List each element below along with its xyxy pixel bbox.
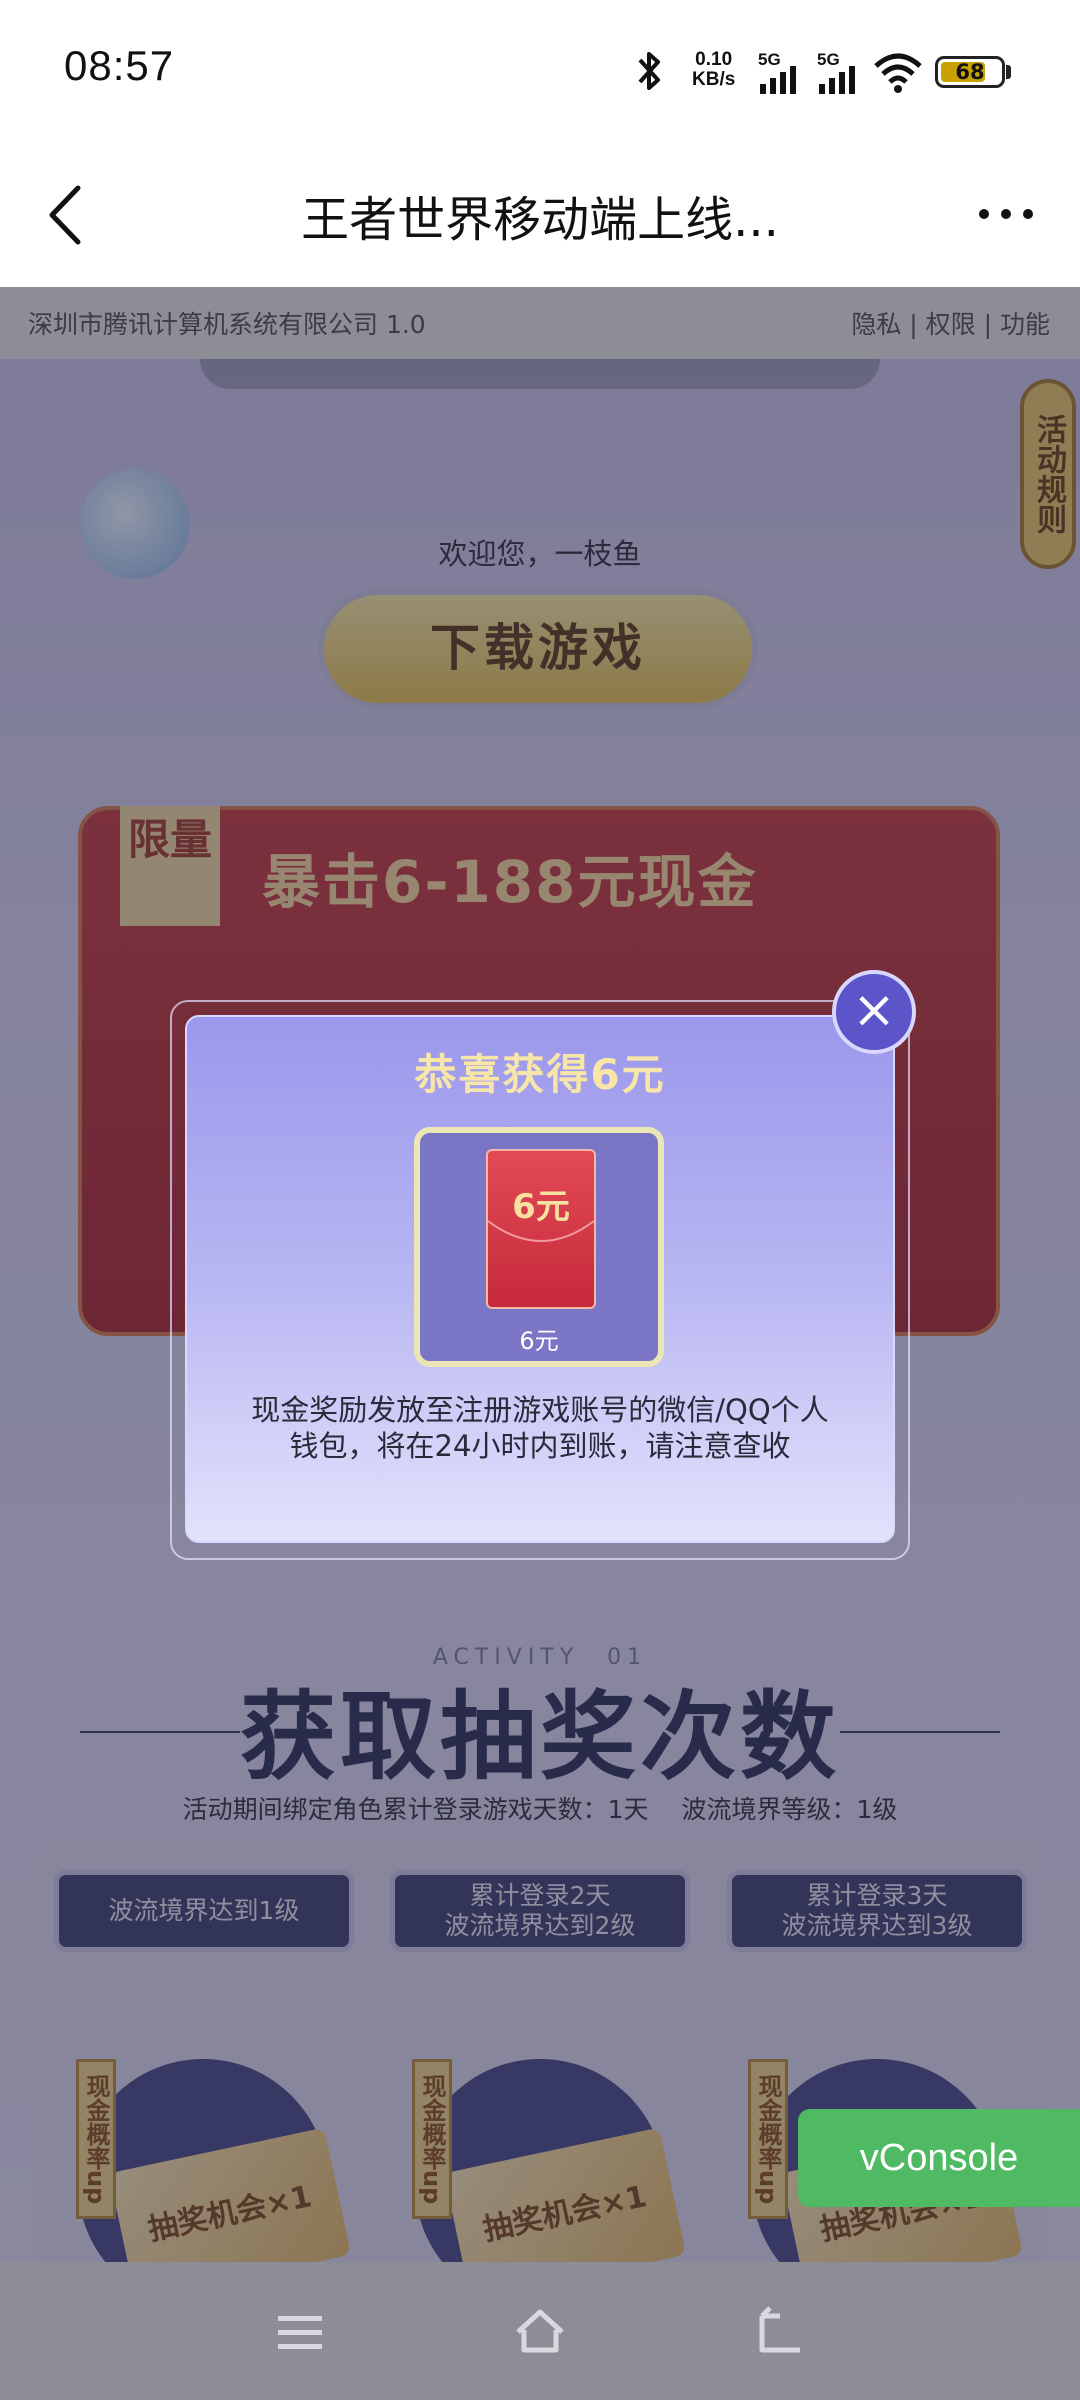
page-title: 王者世界移动端上线...: [301, 192, 779, 248]
menu-icon[interactable]: [270, 2302, 330, 2362]
network-rate-value: 0.10: [695, 49, 733, 70]
signal-icon: [760, 66, 796, 94]
app-header: 王者世界移动端上线...: [0, 150, 1080, 287]
battery-icon: 68: [935, 56, 1005, 88]
red-packet-icon: 6元: [486, 1149, 596, 1309]
red-packet-flap: [488, 1220, 594, 1242]
company-name: 深圳市腾讯计算机系统有限公司 1.0: [28, 310, 426, 339]
battery-nub: [1006, 65, 1011, 79]
battery-level: 68: [955, 60, 985, 84]
vconsole-button[interactable]: vConsole: [798, 2109, 1080, 2207]
wifi-icon: [874, 53, 922, 93]
more-horizontal-icon[interactable]: [976, 202, 1036, 226]
network-rate-unit: KB/s: [692, 69, 736, 90]
close-icon[interactable]: ×: [832, 970, 916, 1054]
status-bar: 08:57 0.10 KB/s 5G 5G 68: [0, 0, 1080, 150]
prize-modal: 恭喜获得6元 6元 6元 现金奖励发放至注册游戏账号的微信/QQ个人钱包，将在2…: [185, 1015, 895, 1543]
back-icon[interactable]: [750, 2302, 810, 2362]
modal-title: 恭喜获得6元: [414, 1050, 666, 1099]
chevron-left-icon[interactable]: [40, 180, 90, 250]
clock: 08:57: [64, 42, 175, 89]
company-bar: 深圳市腾讯计算机系统有限公司 1.0 隐私 | 权限 | 功能: [0, 287, 1080, 359]
bluetooth-icon: [638, 52, 660, 90]
signal-icon: [819, 66, 855, 94]
system-nav-bar: [0, 2262, 1080, 2400]
legal-links[interactable]: 隐私 | 权限 | 功能: [851, 305, 1050, 341]
prize-card: 6元 6元: [414, 1127, 664, 1367]
network-rate: 0.10 KB/s: [692, 50, 735, 90]
prize-name: 6元: [519, 1327, 559, 1355]
modal-description: 现金奖励发放至注册游戏账号的微信/QQ个人钱包，将在24小时内到账，请注意查收: [251, 1393, 829, 1463]
home-icon[interactable]: [510, 2302, 570, 2362]
